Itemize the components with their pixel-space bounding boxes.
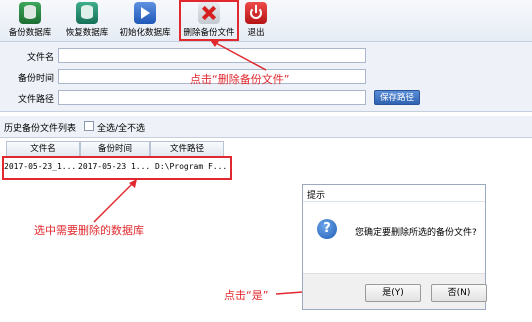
confirm-dialog: 提示 ? 您确定要删除所选的备份文件? 是(Y) 否(N) — [302, 184, 487, 310]
dialog-footer: 是(Y) 否(N) — [303, 273, 487, 309]
annotation-click-yes: 点击“是” — [224, 289, 269, 302]
question-icon: ? — [317, 219, 337, 239]
no-button[interactable]: 否(N) — [431, 284, 487, 302]
yes-button[interactable]: 是(Y) — [365, 284, 421, 302]
dialog-title: 提示 — [307, 191, 326, 201]
dialog-message: 您确定要删除所选的备份文件? — [355, 228, 477, 238]
annotation-click-delete: 点击“删除备份文件” — [190, 73, 290, 86]
dialog-titlebar: 提示 — [303, 185, 485, 202]
annotation-select-db: 选中需要删除的数据库 — [34, 224, 144, 237]
